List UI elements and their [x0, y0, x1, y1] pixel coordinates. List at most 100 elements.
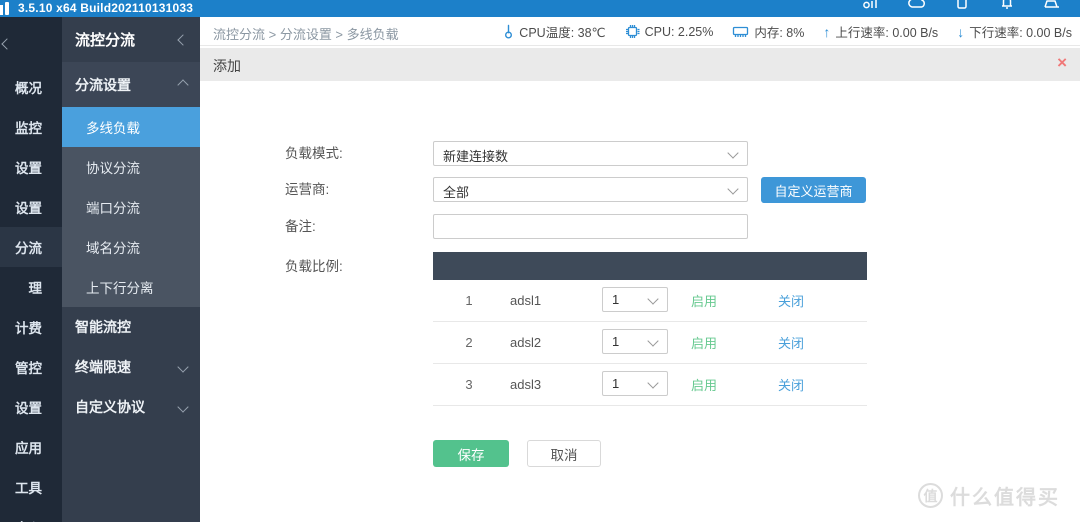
cloud-icon[interactable]	[907, 0, 927, 10]
secondary-sidebar: 流控分流 分流设置 多线负载 协议分流 端口分流 域名分流 上下行分离 智能流控…	[62, 17, 200, 522]
memory-icon	[732, 25, 749, 39]
menu-sections: 智能流控 终端限速 自定义协议	[62, 307, 200, 427]
primary-menu-item[interactable]: 计费	[0, 307, 62, 347]
row-id: 2	[465, 335, 473, 350]
watermark-badge: 值	[918, 483, 943, 508]
chevron-down-icon	[177, 361, 189, 373]
primary-menu-item[interactable]: 管控	[0, 347, 62, 387]
row-line-name: adsl2	[510, 335, 542, 350]
bell-icon[interactable]	[998, 0, 1016, 10]
app-logo-icon	[0, 2, 10, 17]
top-title-bar: 3.5.10 x64 Build202110131033	[0, 0, 1080, 17]
breadcrumb: 流控分流 > 分流设置 > 多线负载	[213, 27, 399, 42]
arrow-down-icon: ↓	[957, 23, 965, 40]
submenu-item-label: 端口分流	[86, 201, 140, 216]
menu-group-split-settings[interactable]: 分流设置	[62, 62, 200, 107]
menu-section-item[interactable]: 智能流控	[62, 307, 200, 347]
submenu-item-label: 域名分流	[86, 241, 140, 256]
chevron-down-icon	[727, 147, 739, 159]
phone-icon[interactable]	[953, 0, 971, 10]
main-content: 流控分流 > 分流设置 > 多线负载 CPU温度: 38℃ CPU: 2.25%…	[200, 17, 1080, 522]
menu-section-label: 终端限速	[75, 359, 131, 375]
menu-section-item[interactable]: 自定义协议	[62, 387, 200, 427]
chevron-left-icon[interactable]	[177, 33, 189, 46]
build-version-label: 3.5.10 x64 Build202110131033	[18, 1, 194, 15]
load-mode-value: 新建连接数	[443, 149, 509, 164]
ratio-select[interactable]: 1	[602, 328, 668, 354]
submenu-item[interactable]: 端口分流	[62, 187, 200, 227]
table-row: 1 adsl1 1 启用 关闭	[433, 280, 867, 322]
topbar-icon-group	[862, 0, 1062, 10]
ratio-value: 1	[612, 333, 620, 349]
primary-menu-item-label: 中心	[15, 517, 42, 522]
breadcrumb-bar: 流控分流 > 分流设置 > 多线负载 CPU温度: 38℃ CPU: 2.25%…	[200, 17, 1080, 46]
primary-menu-item-label: 设置	[15, 201, 42, 216]
chevron-down-icon	[177, 401, 189, 413]
primary-menu-item[interactable]: 中心	[0, 507, 62, 522]
primary-menu-item[interactable]: 设置	[0, 147, 62, 187]
row-line-name: adsl1	[510, 293, 542, 308]
download-rate-status: ↓ 下行速率: 0.00 B/s	[957, 22, 1072, 41]
submenu-item-label: 上下行分离	[86, 281, 154, 296]
save-button[interactable]: 保存	[433, 440, 509, 467]
ratio-select[interactable]: 1	[602, 286, 668, 312]
primary-menu-item[interactable]: 设置	[0, 387, 62, 427]
secondary-sidebar-header: 流控分流	[62, 17, 200, 62]
submenu-item[interactable]: 域名分流	[62, 227, 200, 267]
remark-input[interactable]	[433, 214, 748, 239]
chevron-down-icon	[647, 292, 659, 305]
cancel-button[interactable]: 取消	[527, 440, 601, 467]
arrow-up-icon: ↑	[823, 23, 831, 40]
isp-select[interactable]: 全部	[433, 177, 748, 202]
drawer-icon[interactable]	[1042, 0, 1062, 10]
panel-title: 添加	[213, 58, 241, 74]
sidebar-collapse-icon[interactable]	[1, 35, 13, 53]
menu-section-label: 智能流控	[75, 319, 131, 335]
ratio-value: 1	[612, 375, 620, 391]
status-badge: 启用	[691, 294, 718, 309]
primary-menu-item[interactable]: 应用	[0, 427, 62, 467]
primary-menu: 概况 监控 设置 设置 分流 理 计费 管控 设置 应用 工具 中心	[0, 67, 62, 522]
cpu-temp-value: CPU温度: 38℃	[519, 26, 606, 40]
primary-menu-item[interactable]: 分流	[0, 227, 62, 267]
primary-menu-item[interactable]: 设置	[0, 187, 62, 227]
primary-menu-item[interactable]: 工具	[0, 467, 62, 507]
upload-rate-value: 上行速率: 0.00 B/s	[835, 26, 939, 40]
load-mode-select[interactable]: 新建连接数	[433, 141, 748, 166]
upload-rate-status: ↑ 上行速率: 0.00 B/s	[823, 22, 938, 41]
primary-menu-item[interactable]: 概况	[0, 67, 62, 107]
primary-menu-item-label: 设置	[15, 161, 42, 176]
table-header-row	[433, 252, 867, 280]
primary-menu-item[interactable]: 理	[0, 267, 62, 307]
load-ratio-label: 负载比例:	[285, 259, 343, 274]
submenu-item[interactable]: 多线负载	[62, 107, 200, 147]
custom-isp-button[interactable]: 自定义运营商	[761, 177, 866, 203]
chevron-up-icon	[177, 78, 189, 91]
menu-group-label: 分流设置	[75, 76, 131, 93]
primary-sidebar: 概况 监控 设置 设置 分流 理 计费 管控 设置 应用 工具 中心	[0, 17, 62, 522]
submenu-item[interactable]: 上下行分离	[62, 267, 200, 307]
isp-label: 运营商:	[285, 182, 330, 197]
menu-section-label: 自定义协议	[75, 399, 145, 415]
memory-status: 内存: 8%	[732, 22, 804, 41]
chevron-down-icon	[647, 334, 659, 347]
close-line-link[interactable]: 关闭	[777, 375, 867, 394]
submenu-item-label: 多线负载	[86, 121, 140, 136]
cpu-status: CPU: 2.25%	[625, 24, 714, 39]
submenu-item[interactable]: 协议分流	[62, 147, 200, 187]
primary-menu-item[interactable]: 监控	[0, 107, 62, 147]
signal-icon[interactable]	[862, 0, 880, 10]
close-line-link[interactable]: 关闭	[777, 291, 867, 310]
load-mode-label: 负载模式:	[285, 146, 343, 161]
menu-section-item[interactable]: 终端限速	[62, 347, 200, 387]
chevron-down-icon	[727, 183, 739, 195]
memory-value: 内存: 8%	[754, 26, 805, 40]
cpu-value: CPU: 2.25%	[644, 24, 714, 39]
watermark-text: 什么值得买	[950, 487, 1060, 509]
primary-menu-item-label: 概况	[15, 81, 42, 96]
ratio-select[interactable]: 1	[602, 370, 668, 396]
close-icon[interactable]: ×	[1057, 54, 1067, 71]
primary-menu-item-label: 工具	[15, 481, 42, 496]
primary-menu-item-label: 分流	[15, 241, 42, 256]
close-line-link[interactable]: 关闭	[777, 333, 867, 352]
